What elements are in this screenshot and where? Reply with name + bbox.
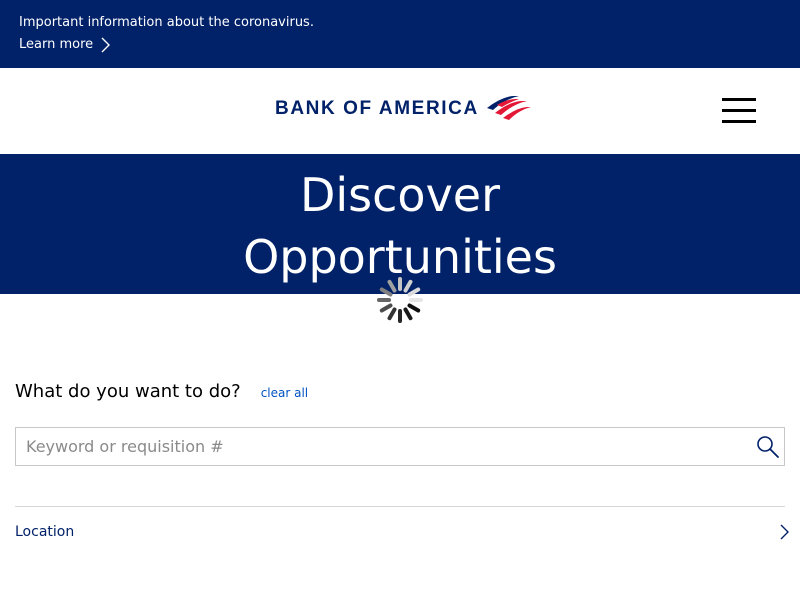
job-search-section: What do you want to do? clear all	[15, 378, 785, 466]
logo-wordmark: BANK OF AMERICA	[275, 98, 479, 119]
clear-all-link[interactable]: clear all	[261, 386, 308, 400]
hamburger-menu-icon[interactable]	[720, 96, 758, 126]
learn-more-link[interactable]: Learn more	[19, 35, 111, 55]
hero-title-line1: Discover	[299, 168, 501, 222]
hero-banner: Discover Opportunities	[0, 154, 800, 294]
keyword-search-input[interactable]	[16, 428, 746, 465]
bank-of-america-logo[interactable]: BANK OF AMERICA	[275, 94, 531, 124]
page-title: Discover Opportunities	[0, 164, 800, 288]
alert-banner: Important information about the coronavi…	[0, 0, 800, 68]
search-icon[interactable]	[756, 435, 780, 459]
location-filter[interactable]: Location	[15, 516, 790, 548]
divider	[15, 506, 785, 507]
search-question-row: What do you want to do? clear all	[15, 378, 785, 408]
search-box	[15, 427, 785, 466]
learn-more-label: Learn more	[19, 37, 94, 52]
location-filter-label: Location	[15, 524, 75, 540]
alert-text: Important information about the coronavi…	[19, 15, 314, 30]
chevron-right-icon	[780, 524, 789, 540]
search-question: What do you want to do?	[15, 381, 241, 402]
site-header: BANK OF AMERICA	[0, 68, 800, 154]
chevron-right-icon	[101, 37, 111, 53]
flag-logo-icon	[486, 96, 531, 120]
loading-spinner-icon	[377, 277, 423, 323]
